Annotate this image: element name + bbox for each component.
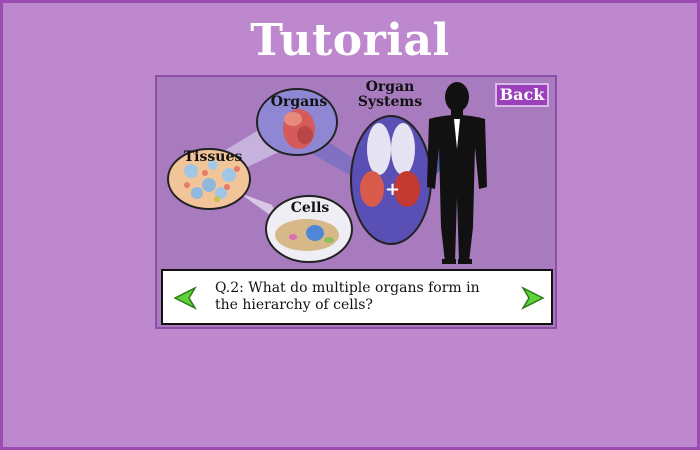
question-bar: Q.2: What do multiple organs form in the… (161, 269, 553, 325)
prev-arrow-icon[interactable] (173, 286, 199, 310)
organs-label: Organs (270, 94, 328, 110)
back-button[interactable]: Back (495, 83, 549, 107)
tutorial-panel: + Organs Organ Systems Tissues Cells Bac… (155, 75, 557, 329)
question-text: Q.2: What do multiple organs form in the… (215, 280, 480, 313)
svg-text:+: + (385, 179, 400, 200)
human-silhouette-image (427, 82, 487, 264)
cells-label: Cells (290, 200, 330, 216)
page-title: Tutorial (250, 15, 450, 66)
next-arrow-icon[interactable] (519, 286, 545, 310)
tissues-label: Tissues (183, 149, 243, 165)
organ-systems-image: + (350, 115, 432, 245)
app-frame: Tutorial + Organs Organ Systems Tissues … (0, 0, 700, 450)
organ-systems-label: Organ Systems (357, 79, 423, 110)
